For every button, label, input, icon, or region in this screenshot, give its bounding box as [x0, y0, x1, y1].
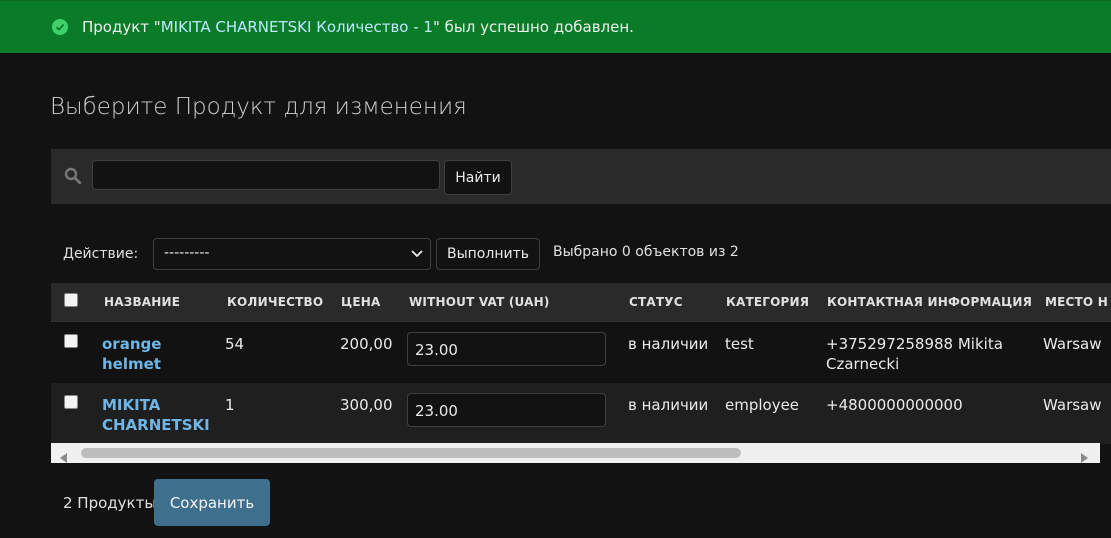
success-message: Продукт "MIKITA CHARNETSKI Количество - …	[0, 0, 1111, 53]
save-button[interactable]: Сохранить	[154, 479, 270, 526]
chevron-down-icon	[410, 247, 424, 263]
place-cell: Warsaw	[1043, 396, 1102, 414]
table-row: orange helmet 54 200,00 23.00 в наличии t…	[51, 322, 1111, 382]
run-action-button[interactable]: Выполнить	[436, 238, 540, 270]
scroll-right-icon[interactable]	[1080, 448, 1088, 467]
without-vat-input[interactable]: 23.00	[407, 393, 606, 427]
search-input[interactable]	[92, 160, 440, 190]
row-checkbox[interactable]	[64, 395, 78, 409]
column-header-status[interactable]: СТАТУС	[629, 295, 683, 309]
message-text: Продукт "MIKITA CHARNETSKI Количество - …	[82, 18, 634, 36]
quantity-cell: 54	[225, 335, 245, 353]
page-title: Выберите Продукт для изменения	[50, 94, 467, 120]
status-cell: в наличии	[628, 396, 709, 414]
action-select-value: ---------	[164, 245, 210, 261]
scroll-left-icon[interactable]	[60, 448, 68, 467]
table-row: MIKITA CHARNETSKI 1 300,00 23.00 в наличи…	[51, 383, 1111, 444]
horizontal-scrollbar[interactable]	[51, 443, 1100, 463]
actions-bar: Действие: --------- Выполнить Выбрано 0 …	[51, 236, 1111, 272]
column-header-quantity[interactable]: КОЛИЧЕСТВО	[227, 295, 323, 309]
price-cell: 200,00	[340, 335, 393, 353]
scrollbar-thumb[interactable]	[81, 448, 741, 458]
contact-cell: +375297258988 Mikita Czarnecki	[826, 335, 1003, 373]
category-cell: employee	[725, 396, 800, 414]
row-checkbox[interactable]	[64, 334, 78, 348]
column-header-category[interactable]: КАТЕГОРИЯ	[726, 295, 809, 309]
column-header-contact[interactable]: КОНТАКТНАЯ ИНФОРМАЦИЯ	[827, 295, 1032, 309]
selection-counter: Выбрано 0 объектов из 2	[553, 244, 739, 260]
search-toolbar: Найти	[51, 149, 1111, 204]
status-cell: в наличии	[628, 335, 709, 353]
product-name-link[interactable]: orange helmet	[102, 334, 161, 374]
without-vat-input[interactable]: 23.00	[407, 332, 606, 366]
quantity-cell: 1	[225, 396, 235, 414]
price-cell: 300,00	[340, 396, 393, 414]
checkmark-icon	[52, 19, 68, 35]
category-cell: test	[725, 335, 754, 353]
search-icon	[64, 167, 82, 189]
action-label: Действие:	[63, 246, 139, 262]
results-count: 2 Продукты	[63, 494, 157, 512]
select-all-checkbox[interactable]	[64, 293, 78, 307]
table-header: НАЗВАНИЕ КОЛИЧЕСТВО ЦЕНА WITHOUT VAT (UA…	[51, 283, 1111, 322]
contact-cell: +4800000000000	[826, 396, 963, 414]
search-button[interactable]: Найти	[444, 160, 512, 195]
column-header-without-vat[interactable]: WITHOUT VAT (UAH)	[409, 295, 550, 309]
action-select[interactable]: ---------	[153, 238, 431, 270]
message-product-link[interactable]: MIKITA CHARNETSKI Количество - 1	[161, 18, 433, 36]
results-table: НАЗВАНИЕ КОЛИЧЕСТВО ЦЕНА WITHOUT VAT (UA…	[51, 283, 1111, 463]
column-header-name[interactable]: НАЗВАНИЕ	[104, 295, 180, 309]
place-cell: Warsaw	[1043, 335, 1102, 353]
column-header-place[interactable]: МЕСТО Н	[1045, 295, 1108, 309]
product-name-link[interactable]: MIKITA CHARNETSKI	[102, 395, 210, 435]
column-header-price[interactable]: ЦЕНА	[341, 295, 380, 309]
